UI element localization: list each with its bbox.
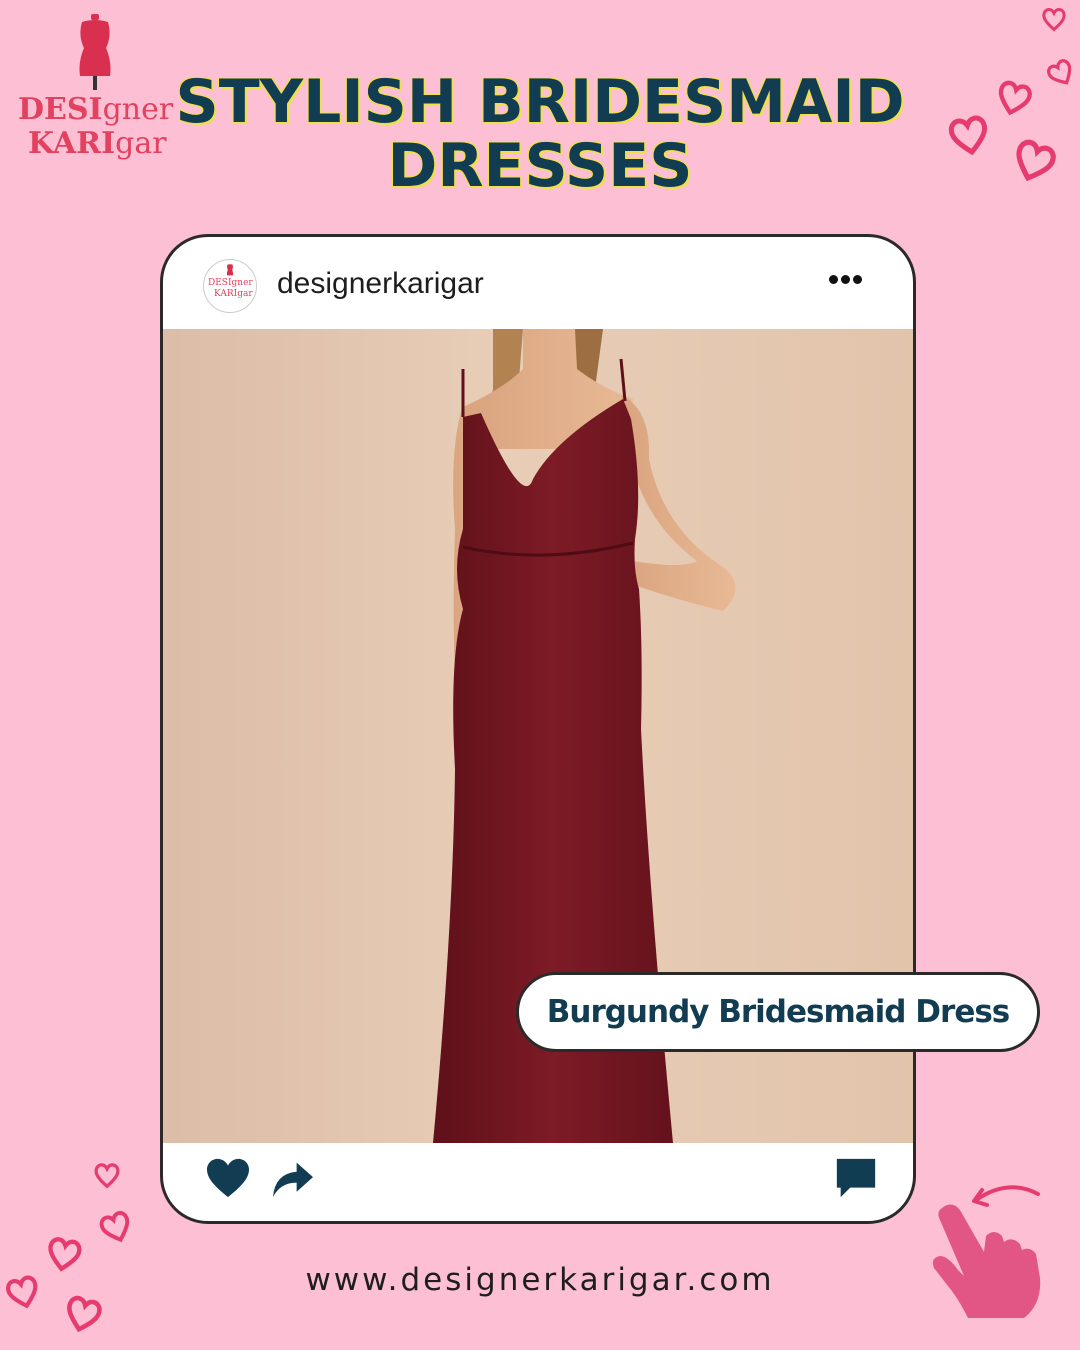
website-url[interactable]: www.designerkarigar.com xyxy=(0,1262,1080,1298)
avatar-line-2: KARIgar xyxy=(214,289,253,299)
post-header: DESIgner KARIgar designerkarigar xyxy=(163,237,913,329)
heart-outline-icon xyxy=(94,1163,120,1189)
heart-outline-icon xyxy=(1042,8,1066,32)
logo-line-2: KARIgar xyxy=(28,126,167,161)
avatar-line-1: DESIgner xyxy=(208,278,253,288)
swipe-hand-icon xyxy=(932,1185,1041,1318)
heart-outline-icon xyxy=(1046,59,1072,85)
page-title: STYLISH BRIDESMAID DRESSES xyxy=(175,67,905,201)
dress-form-icon xyxy=(226,264,234,276)
share-icon[interactable] xyxy=(271,1159,315,1199)
dress-form-icon xyxy=(79,14,111,90)
heart-icon[interactable] xyxy=(205,1157,251,1199)
comment-icon[interactable] xyxy=(833,1155,879,1201)
avatar[interactable]: DESIgner KARIgar xyxy=(203,259,257,313)
heart-outline-icon xyxy=(99,1211,130,1243)
product-label: Burgundy Bridesmaid Dress xyxy=(516,972,1040,1052)
more-options-icon[interactable] xyxy=(829,271,873,291)
post-card: DESIgner KARIgar designerkarigar xyxy=(160,234,916,1224)
product-label-text: Burgundy Bridesmaid Dress xyxy=(546,994,1010,1030)
heart-outline-icon xyxy=(1016,139,1056,182)
heart-outline-icon xyxy=(998,80,1032,116)
username[interactable]: designerkarigar xyxy=(277,267,484,301)
heart-outline-icon xyxy=(948,115,988,156)
post-actions xyxy=(163,1137,913,1221)
